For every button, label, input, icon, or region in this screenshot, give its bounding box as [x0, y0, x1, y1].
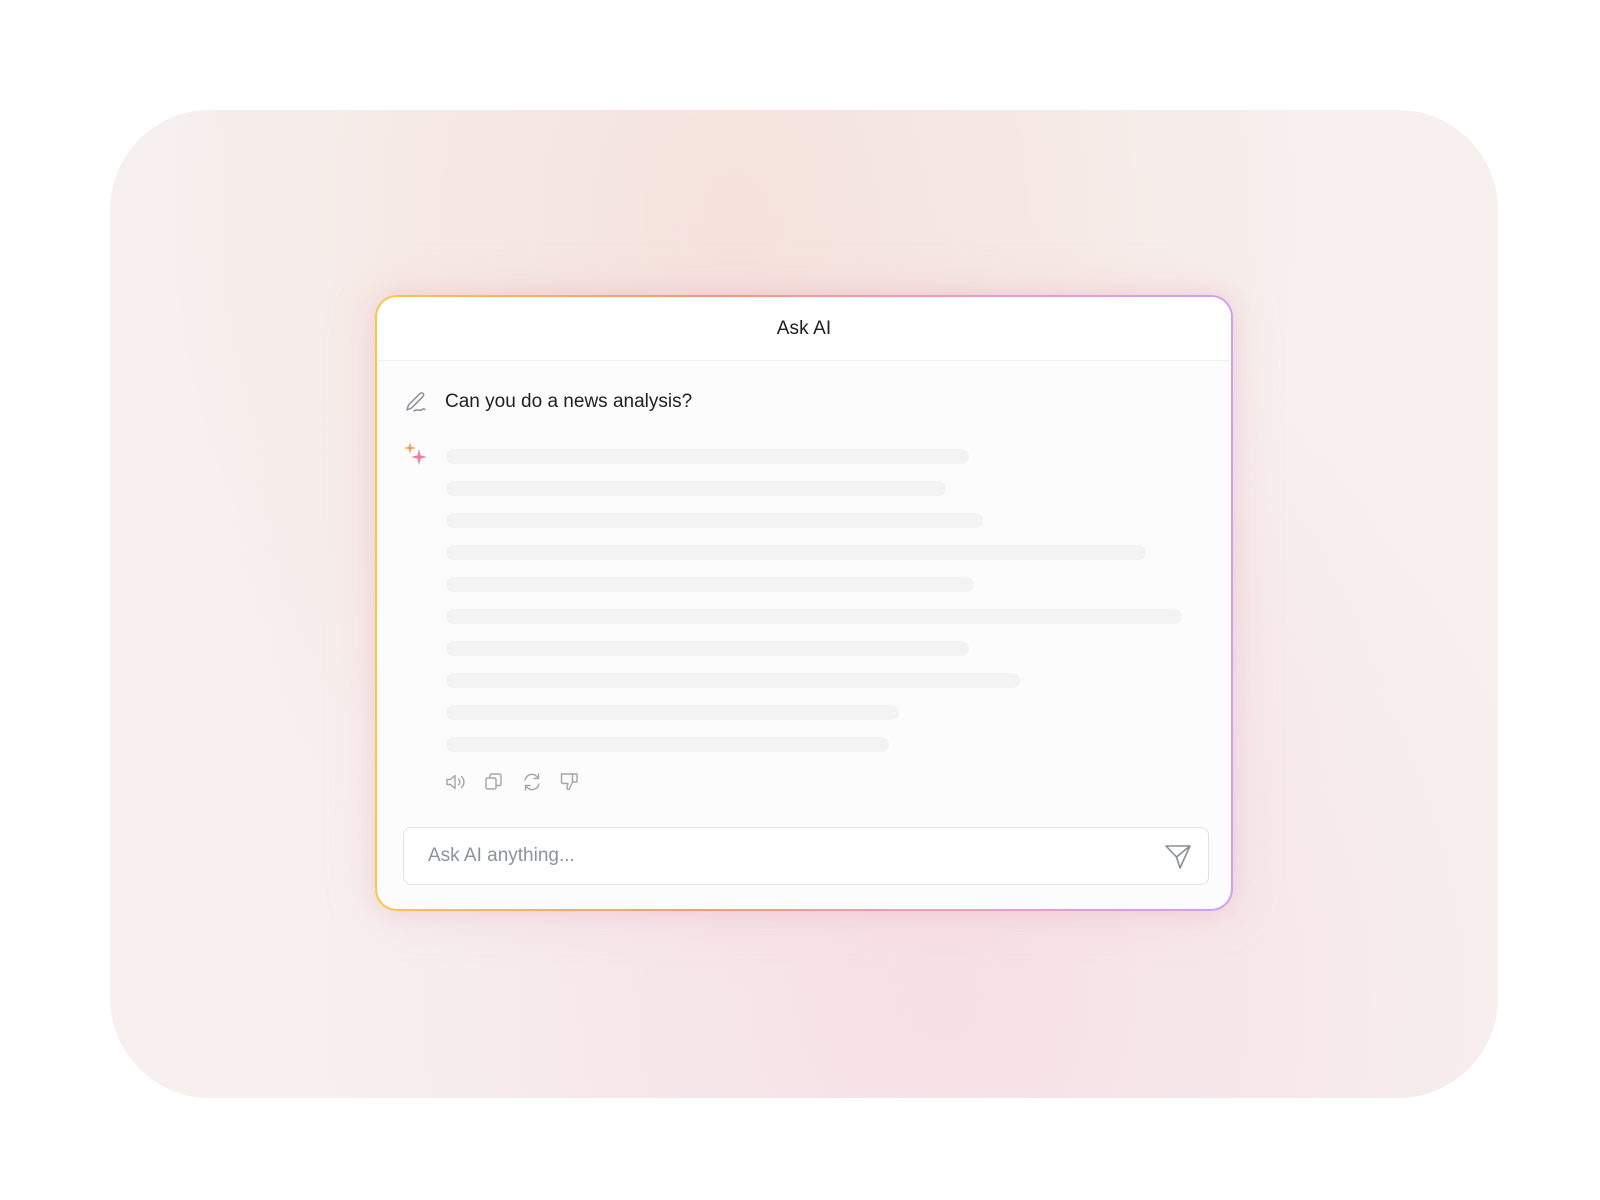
speaker-icon[interactable] — [444, 770, 468, 794]
skeleton-line — [446, 609, 1182, 624]
response-actions — [444, 770, 582, 794]
dialog-header: Ask AI — [377, 297, 1231, 361]
skeleton-line — [446, 705, 899, 720]
user-prompt-text: Can you do a news analysis? — [445, 391, 693, 412]
skeleton-line — [446, 513, 983, 528]
skeleton-line — [446, 449, 969, 464]
send-icon[interactable] — [1162, 840, 1194, 872]
ask-ai-input-box[interactable] — [403, 827, 1209, 885]
pen-icon — [403, 389, 429, 415]
dialog-title: Ask AI — [776, 317, 832, 339]
refresh-icon[interactable] — [520, 770, 544, 794]
ai-sparkle-icon — [403, 441, 431, 469]
dialog-body: Ask AI Can you do a news analysis? — [377, 297, 1231, 909]
ask-ai-input[interactable] — [428, 845, 1162, 867]
skeleton-line — [446, 641, 969, 656]
skeleton-line — [446, 577, 974, 592]
skeleton-line — [446, 545, 1146, 560]
user-message: Can you do a news analysis? — [403, 389, 692, 415]
thumbs-down-icon[interactable] — [558, 770, 582, 794]
skeleton-line — [446, 737, 889, 752]
copy-icon[interactable] — [482, 770, 506, 794]
skeleton-line — [446, 673, 1020, 688]
ask-ai-dialog: Ask AI Can you do a news analysis? — [375, 295, 1233, 911]
skeleton-line — [446, 481, 946, 496]
response-skeleton — [446, 449, 1182, 769]
